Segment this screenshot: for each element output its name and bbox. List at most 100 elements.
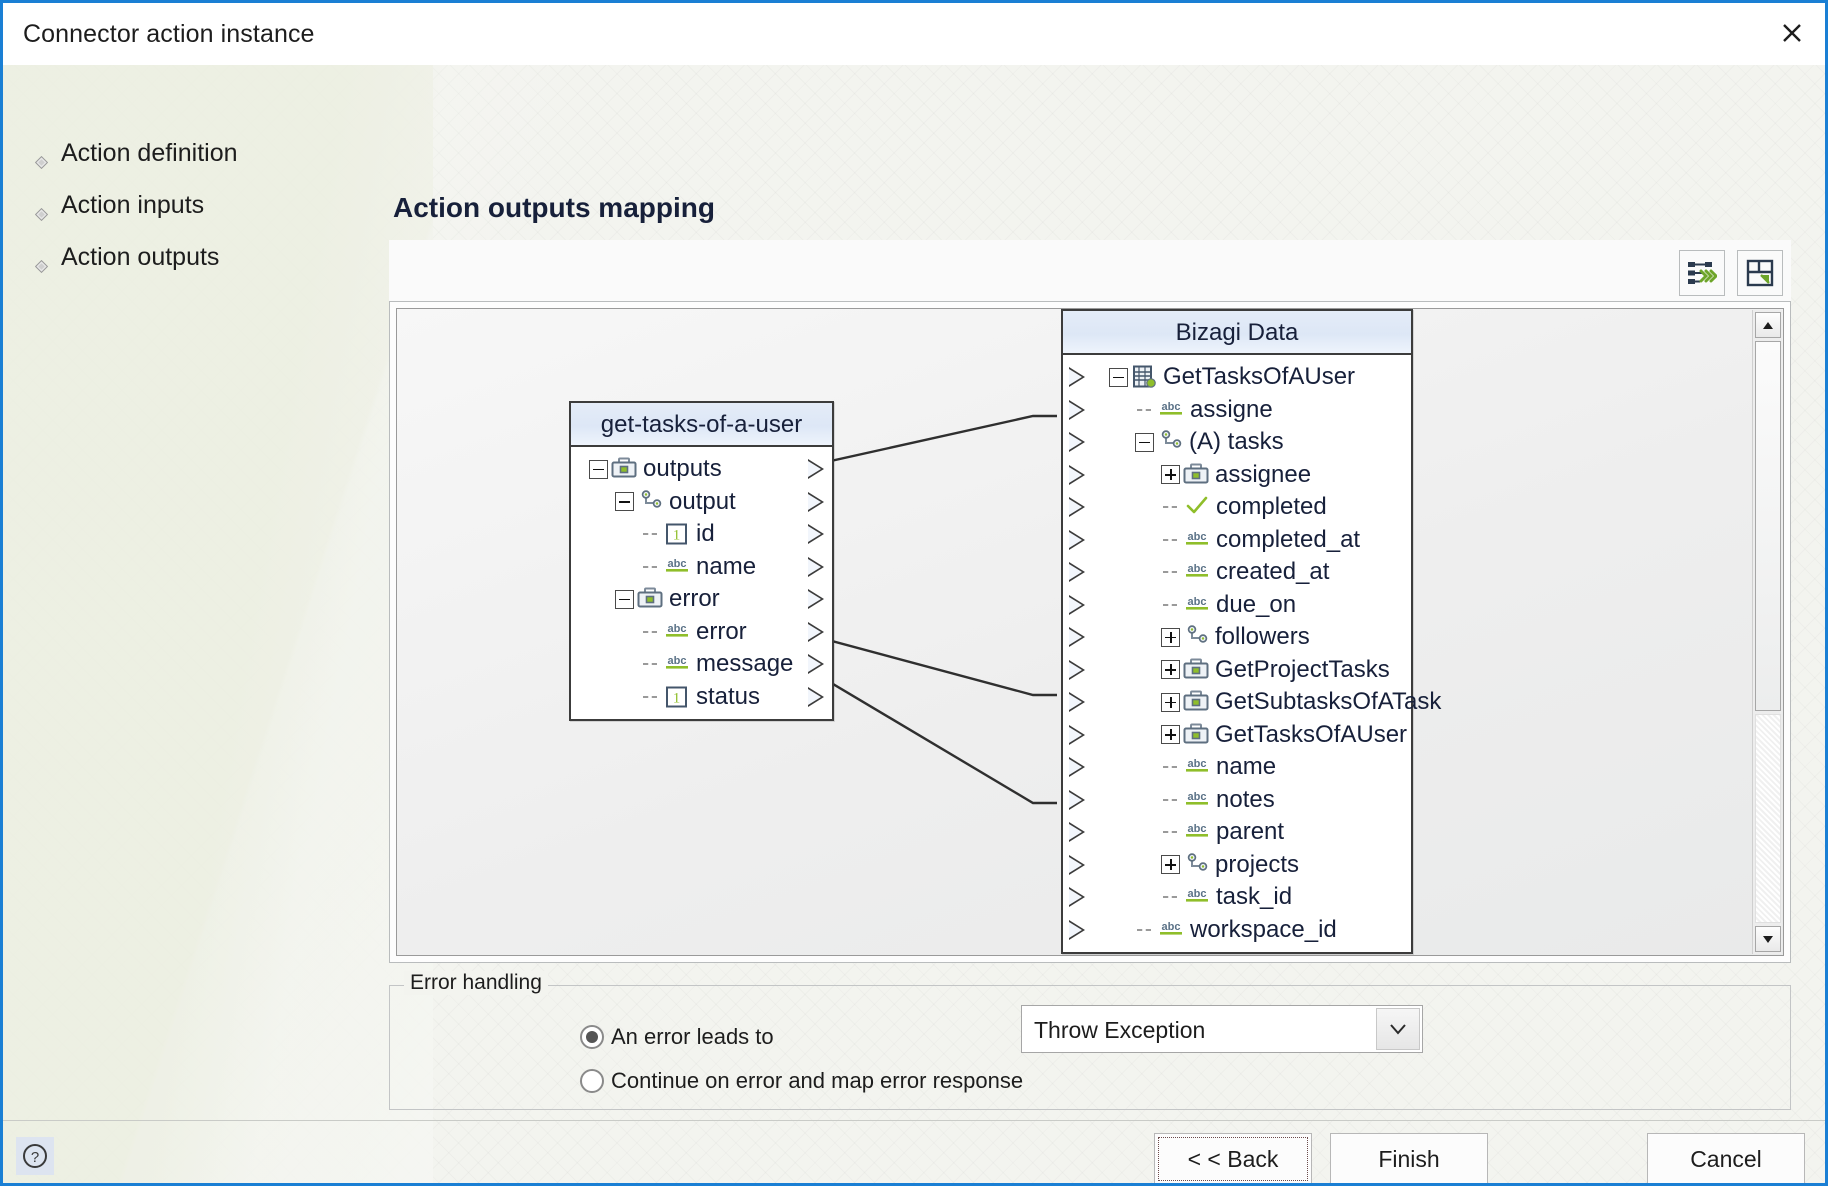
tree-branch-line	[1161, 890, 1181, 904]
svg-text:abc: abc	[1188, 888, 1207, 900]
collection-icon	[1157, 430, 1183, 454]
auto-map-icon[interactable]	[1679, 250, 1725, 296]
expand-node-icon[interactable]	[1161, 692, 1180, 712]
chevron-down-icon[interactable]	[1376, 1008, 1420, 1050]
collapse-node-icon[interactable]	[615, 492, 634, 512]
radio-continue-on-error[interactable]: Continue on error and map error response	[580, 1068, 1023, 1094]
scrollbar-track[interactable]	[1755, 714, 1781, 923]
cancel-button[interactable]: Cancel	[1647, 1133, 1805, 1183]
svg-text:abc: abc	[668, 623, 687, 635]
expand-node-icon[interactable]	[1161, 855, 1180, 875]
mapping-connector-triangle[interactable]	[1069, 659, 1085, 680]
mapping-connector-triangle[interactable]	[1069, 724, 1085, 745]
tree-row-label: assigne	[1190, 395, 1273, 423]
sidebar-item-action-outputs[interactable]: Action outputs	[31, 231, 331, 283]
expand-node-icon[interactable]	[1161, 627, 1180, 647]
collapse-node-icon[interactable]	[1135, 432, 1154, 452]
tree-row[interactable]: abc created_at	[1063, 556, 1411, 589]
tree-row[interactable]: 1 id	[571, 518, 832, 551]
tree-row[interactable]: abc message	[571, 648, 832, 681]
target-tree-panel: Bizagi Data GetTasksOfAUser abc assigne (A)…	[1061, 309, 1441, 954]
collapse-node-icon[interactable]	[589, 459, 608, 479]
tree-row-content: abc completed_at	[1109, 526, 1360, 554]
tree-row[interactable]: GetTasksOfAUser	[1063, 361, 1411, 394]
mapping-connector-triangle[interactable]	[1069, 822, 1085, 843]
mapping-connector-triangle[interactable]	[808, 556, 824, 577]
tree-row[interactable]: GetProjectTasks	[1063, 654, 1411, 687]
collapse-node-icon[interactable]	[1109, 367, 1128, 387]
mapping-connector-triangle[interactable]	[1069, 367, 1085, 388]
tree-row[interactable]: GetSubtasksOfATask	[1063, 686, 1441, 719]
tree-row-content: completed	[1109, 493, 1327, 521]
tree-row[interactable]: abc assigne	[1063, 394, 1411, 427]
tree-branch-line	[641, 657, 661, 671]
svg-text:abc: abc	[1162, 401, 1181, 413]
canvas-vertical-scrollbar[interactable]	[1752, 310, 1782, 954]
tree-branch-line	[1161, 793, 1181, 807]
tree-row[interactable]: abc name	[571, 551, 832, 584]
sidebar-item-action-definition[interactable]: Action definition	[31, 127, 331, 179]
mapping-connector-triangle[interactable]	[1069, 854, 1085, 875]
tree-row-content: output	[589, 488, 736, 516]
mapping-connector-triangle[interactable]	[808, 459, 824, 480]
tree-row[interactable]: followers	[1063, 621, 1411, 654]
mapping-canvas[interactable]: get-tasks-of-a-user outputs output 1 id abc n…	[396, 308, 1784, 956]
mapping-connector-triangle[interactable]	[808, 524, 824, 545]
tree-row[interactable]: abc parent	[1063, 816, 1411, 849]
mapping-connector-triangle[interactable]	[1069, 887, 1085, 908]
error-action-select[interactable]: Throw Exception	[1021, 1005, 1423, 1053]
radio-an-error-leads-to[interactable]: An error leads to	[580, 1024, 774, 1050]
briefcase-icon	[1183, 658, 1209, 682]
tree-row[interactable]: abc workspace_id	[1063, 914, 1411, 947]
tree-row[interactable]: abc due_on	[1063, 589, 1411, 622]
mapping-connector-triangle[interactable]	[1069, 919, 1085, 940]
scrollbar-thumb[interactable]	[1755, 341, 1781, 711]
scroll-up-icon[interactable]	[1755, 312, 1781, 338]
tree-row[interactable]: abc error	[571, 616, 832, 649]
tree-row[interactable]: outputs	[571, 453, 832, 486]
finish-button[interactable]: Finish	[1330, 1133, 1488, 1183]
tree-row[interactable]: (A) tasks	[1063, 426, 1411, 459]
mapping-connector-triangle[interactable]	[1069, 529, 1085, 550]
mapping-connector-triangle[interactable]	[1069, 464, 1085, 485]
radio-indicator[interactable]	[580, 1069, 604, 1093]
tree-row[interactable]: abc name	[1063, 751, 1411, 784]
close-icon[interactable]	[1759, 3, 1825, 63]
scroll-down-icon[interactable]	[1755, 926, 1781, 952]
mapping-connector-triangle[interactable]	[808, 621, 824, 642]
mapping-connector-triangle[interactable]	[1069, 789, 1085, 810]
tree-row[interactable]: 1 status	[571, 681, 832, 714]
help-icon[interactable]: ?	[16, 1137, 54, 1175]
expand-node-icon[interactable]	[1161, 660, 1180, 680]
collapse-node-icon[interactable]	[615, 589, 634, 609]
mapping-connector-triangle[interactable]	[1069, 497, 1085, 518]
mapping-connector-triangle[interactable]	[808, 491, 824, 512]
abc-icon: abc	[1158, 398, 1184, 422]
mapping-connector-triangle[interactable]	[1069, 399, 1085, 420]
tree-row[interactable]: output	[571, 486, 832, 519]
mapping-connector-triangle[interactable]	[808, 686, 824, 707]
mapping-connector-triangle[interactable]	[1069, 594, 1085, 615]
tree-row[interactable]: abc completed_at	[1063, 524, 1411, 557]
expand-layout-icon[interactable]	[1737, 250, 1783, 296]
mapping-connector-triangle[interactable]	[1069, 627, 1085, 648]
expand-node-icon[interactable]	[1161, 465, 1180, 485]
mapping-connector-triangle[interactable]	[1069, 432, 1085, 453]
tree-row[interactable]: assignee	[1063, 459, 1411, 492]
mapping-connector-triangle[interactable]	[1069, 692, 1085, 713]
mapping-connector-triangle[interactable]	[1069, 757, 1085, 778]
wizard-steps: Action definition Action inputs Action o…	[31, 127, 331, 283]
tree-row[interactable]: abc notes	[1063, 784, 1411, 817]
mapping-connector-triangle[interactable]	[808, 589, 824, 610]
tree-row[interactable]: completed	[1063, 491, 1411, 524]
mapping-connector-triangle[interactable]	[1069, 562, 1085, 583]
mapping-connector-triangle[interactable]	[808, 654, 824, 675]
tree-row[interactable]: GetTasksOfAUser	[1063, 719, 1411, 752]
sidebar-item-action-inputs[interactable]: Action inputs	[31, 179, 331, 231]
radio-indicator[interactable]	[580, 1025, 604, 1049]
expand-node-icon[interactable]	[1161, 725, 1180, 745]
tree-row[interactable]: abc task_id	[1063, 881, 1411, 914]
tree-row[interactable]: error	[571, 583, 832, 616]
tree-row[interactable]: projects	[1063, 849, 1411, 882]
back-button[interactable]: < < Back	[1154, 1133, 1312, 1183]
